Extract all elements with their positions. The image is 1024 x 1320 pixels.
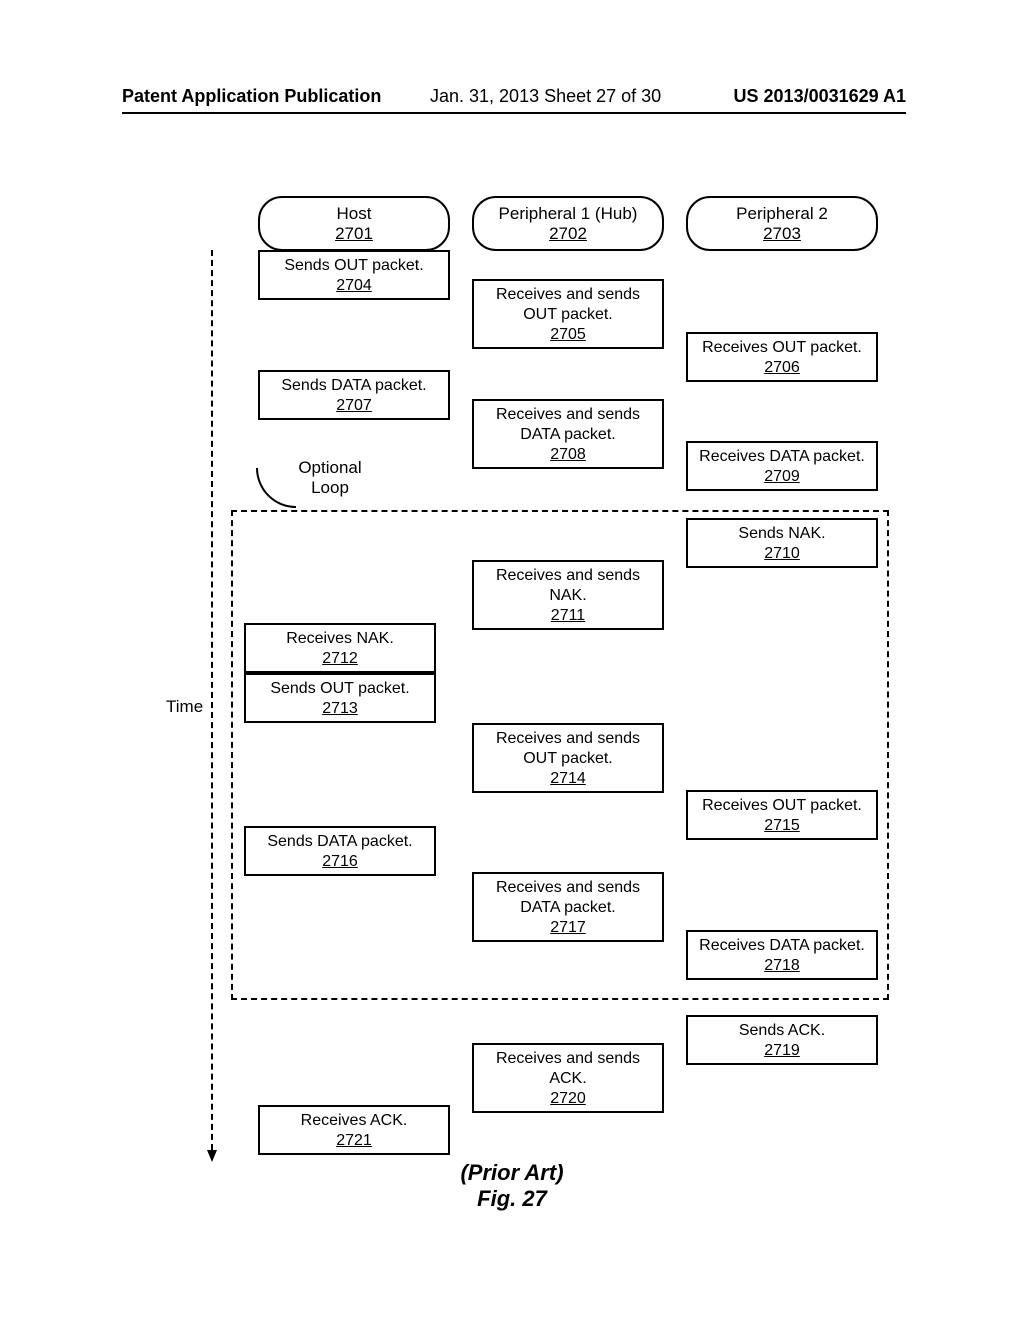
step-2711-text: Receives and sends NAK.	[478, 566, 658, 606]
step-2705-ref: 2705	[478, 325, 658, 345]
step-2721-text: Receives ACK.	[264, 1111, 444, 1131]
header-rule	[122, 112, 906, 114]
step-2709: Receives DATA packet. 2709	[686, 441, 878, 491]
prior-art-label: (Prior Art)	[0, 1160, 1024, 1186]
time-axis-label: Time	[166, 695, 203, 719]
step-2710: Sends NAK. 2710	[686, 518, 878, 568]
step-2711-ref: 2711	[478, 606, 658, 626]
step-2706: Receives OUT packet. 2706	[686, 332, 878, 382]
step-2713: Sends OUT packet. 2713	[244, 673, 436, 723]
step-2707-text: Sends DATA packet.	[264, 376, 444, 396]
step-2716-text: Sends DATA packet.	[250, 832, 430, 852]
step-2713-ref: 2713	[250, 699, 430, 719]
optional-loop-line2: Loop	[290, 478, 370, 498]
step-2717-text: Receives and sends DATA packet.	[478, 878, 658, 918]
step-2705-text: Receives and sends OUT packet.	[478, 285, 658, 325]
step-2711: Receives and sends NAK. 2711	[472, 560, 664, 630]
step-2710-text: Sends NAK.	[692, 524, 872, 544]
step-2717-ref: 2717	[478, 918, 658, 938]
step-2708-ref: 2708	[478, 445, 658, 465]
header-center: Jan. 31, 2013 Sheet 27 of 30	[430, 86, 661, 107]
step-2706-ref: 2706	[692, 358, 872, 378]
step-2718: Receives DATA packet. 2718	[686, 930, 878, 980]
step-2709-ref: 2709	[692, 467, 872, 487]
column-p2-ref: 2703	[692, 224, 872, 244]
column-peripheral2: Peripheral 2 2703	[686, 196, 878, 251]
figure-caption: (Prior Art) Fig. 27	[0, 1160, 1024, 1212]
step-2712-text: Receives NAK.	[250, 629, 430, 649]
header-left: Patent Application Publication	[122, 86, 381, 107]
column-p2-label: Peripheral 2	[692, 204, 872, 224]
optional-loop-label: Optional Loop	[290, 458, 370, 499]
step-2719: Sends ACK. 2719	[686, 1015, 878, 1065]
step-2718-text: Receives DATA packet.	[692, 936, 872, 956]
column-host-ref: 2701	[264, 224, 444, 244]
column-peripheral1: Peripheral 1 (Hub) 2702	[472, 196, 664, 251]
step-2704-text: Sends OUT packet.	[264, 256, 444, 276]
step-2716: Sends DATA packet. 2716	[244, 826, 436, 876]
step-2720-text: Receives and sends ACK.	[478, 1049, 658, 1089]
step-2705: Receives and sends OUT packet. 2705	[472, 279, 664, 349]
time-axis	[211, 250, 213, 1160]
step-2709-text: Receives DATA packet.	[692, 447, 872, 467]
step-2714-text: Receives and sends OUT packet.	[478, 729, 658, 769]
step-2715-ref: 2715	[692, 816, 872, 836]
step-2704-ref: 2704	[264, 276, 444, 296]
column-p1-label: Peripheral 1 (Hub)	[478, 204, 658, 224]
step-2704: Sends OUT packet. 2704	[258, 250, 450, 300]
step-2707-ref: 2707	[264, 396, 444, 416]
step-2716-ref: 2716	[250, 852, 430, 872]
optional-loop-leader	[256, 468, 296, 508]
step-2708: Receives and sends DATA packet. 2708	[472, 399, 664, 469]
header-right: US 2013/0031629 A1	[734, 86, 906, 107]
step-2718-ref: 2718	[692, 956, 872, 976]
step-2719-text: Sends ACK.	[692, 1021, 872, 1041]
step-2712: Receives NAK. 2712	[244, 623, 436, 673]
figure-number: Fig. 27	[0, 1186, 1024, 1212]
step-2706-text: Receives OUT packet.	[692, 338, 872, 358]
step-2715: Receives OUT packet. 2715	[686, 790, 878, 840]
step-2715-text: Receives OUT packet.	[692, 796, 872, 816]
optional-loop-line1: Optional	[290, 458, 370, 478]
step-2719-ref: 2719	[692, 1041, 872, 1061]
step-2712-ref: 2712	[250, 649, 430, 669]
column-host-label: Host	[264, 204, 444, 224]
step-2721-ref: 2721	[264, 1131, 444, 1151]
step-2720-ref: 2720	[478, 1089, 658, 1109]
column-host: Host 2701	[258, 196, 450, 251]
column-p1-ref: 2702	[478, 224, 658, 244]
step-2714: Receives and sends OUT packet. 2714	[472, 723, 664, 793]
step-2720: Receives and sends ACK. 2720	[472, 1043, 664, 1113]
step-2713-text: Sends OUT packet.	[250, 679, 430, 699]
step-2710-ref: 2710	[692, 544, 872, 564]
step-2707: Sends DATA packet. 2707	[258, 370, 450, 420]
step-2717: Receives and sends DATA packet. 2717	[472, 872, 664, 942]
step-2714-ref: 2714	[478, 769, 658, 789]
step-2721: Receives ACK. 2721	[258, 1105, 450, 1155]
step-2708-text: Receives and sends DATA packet.	[478, 405, 658, 445]
